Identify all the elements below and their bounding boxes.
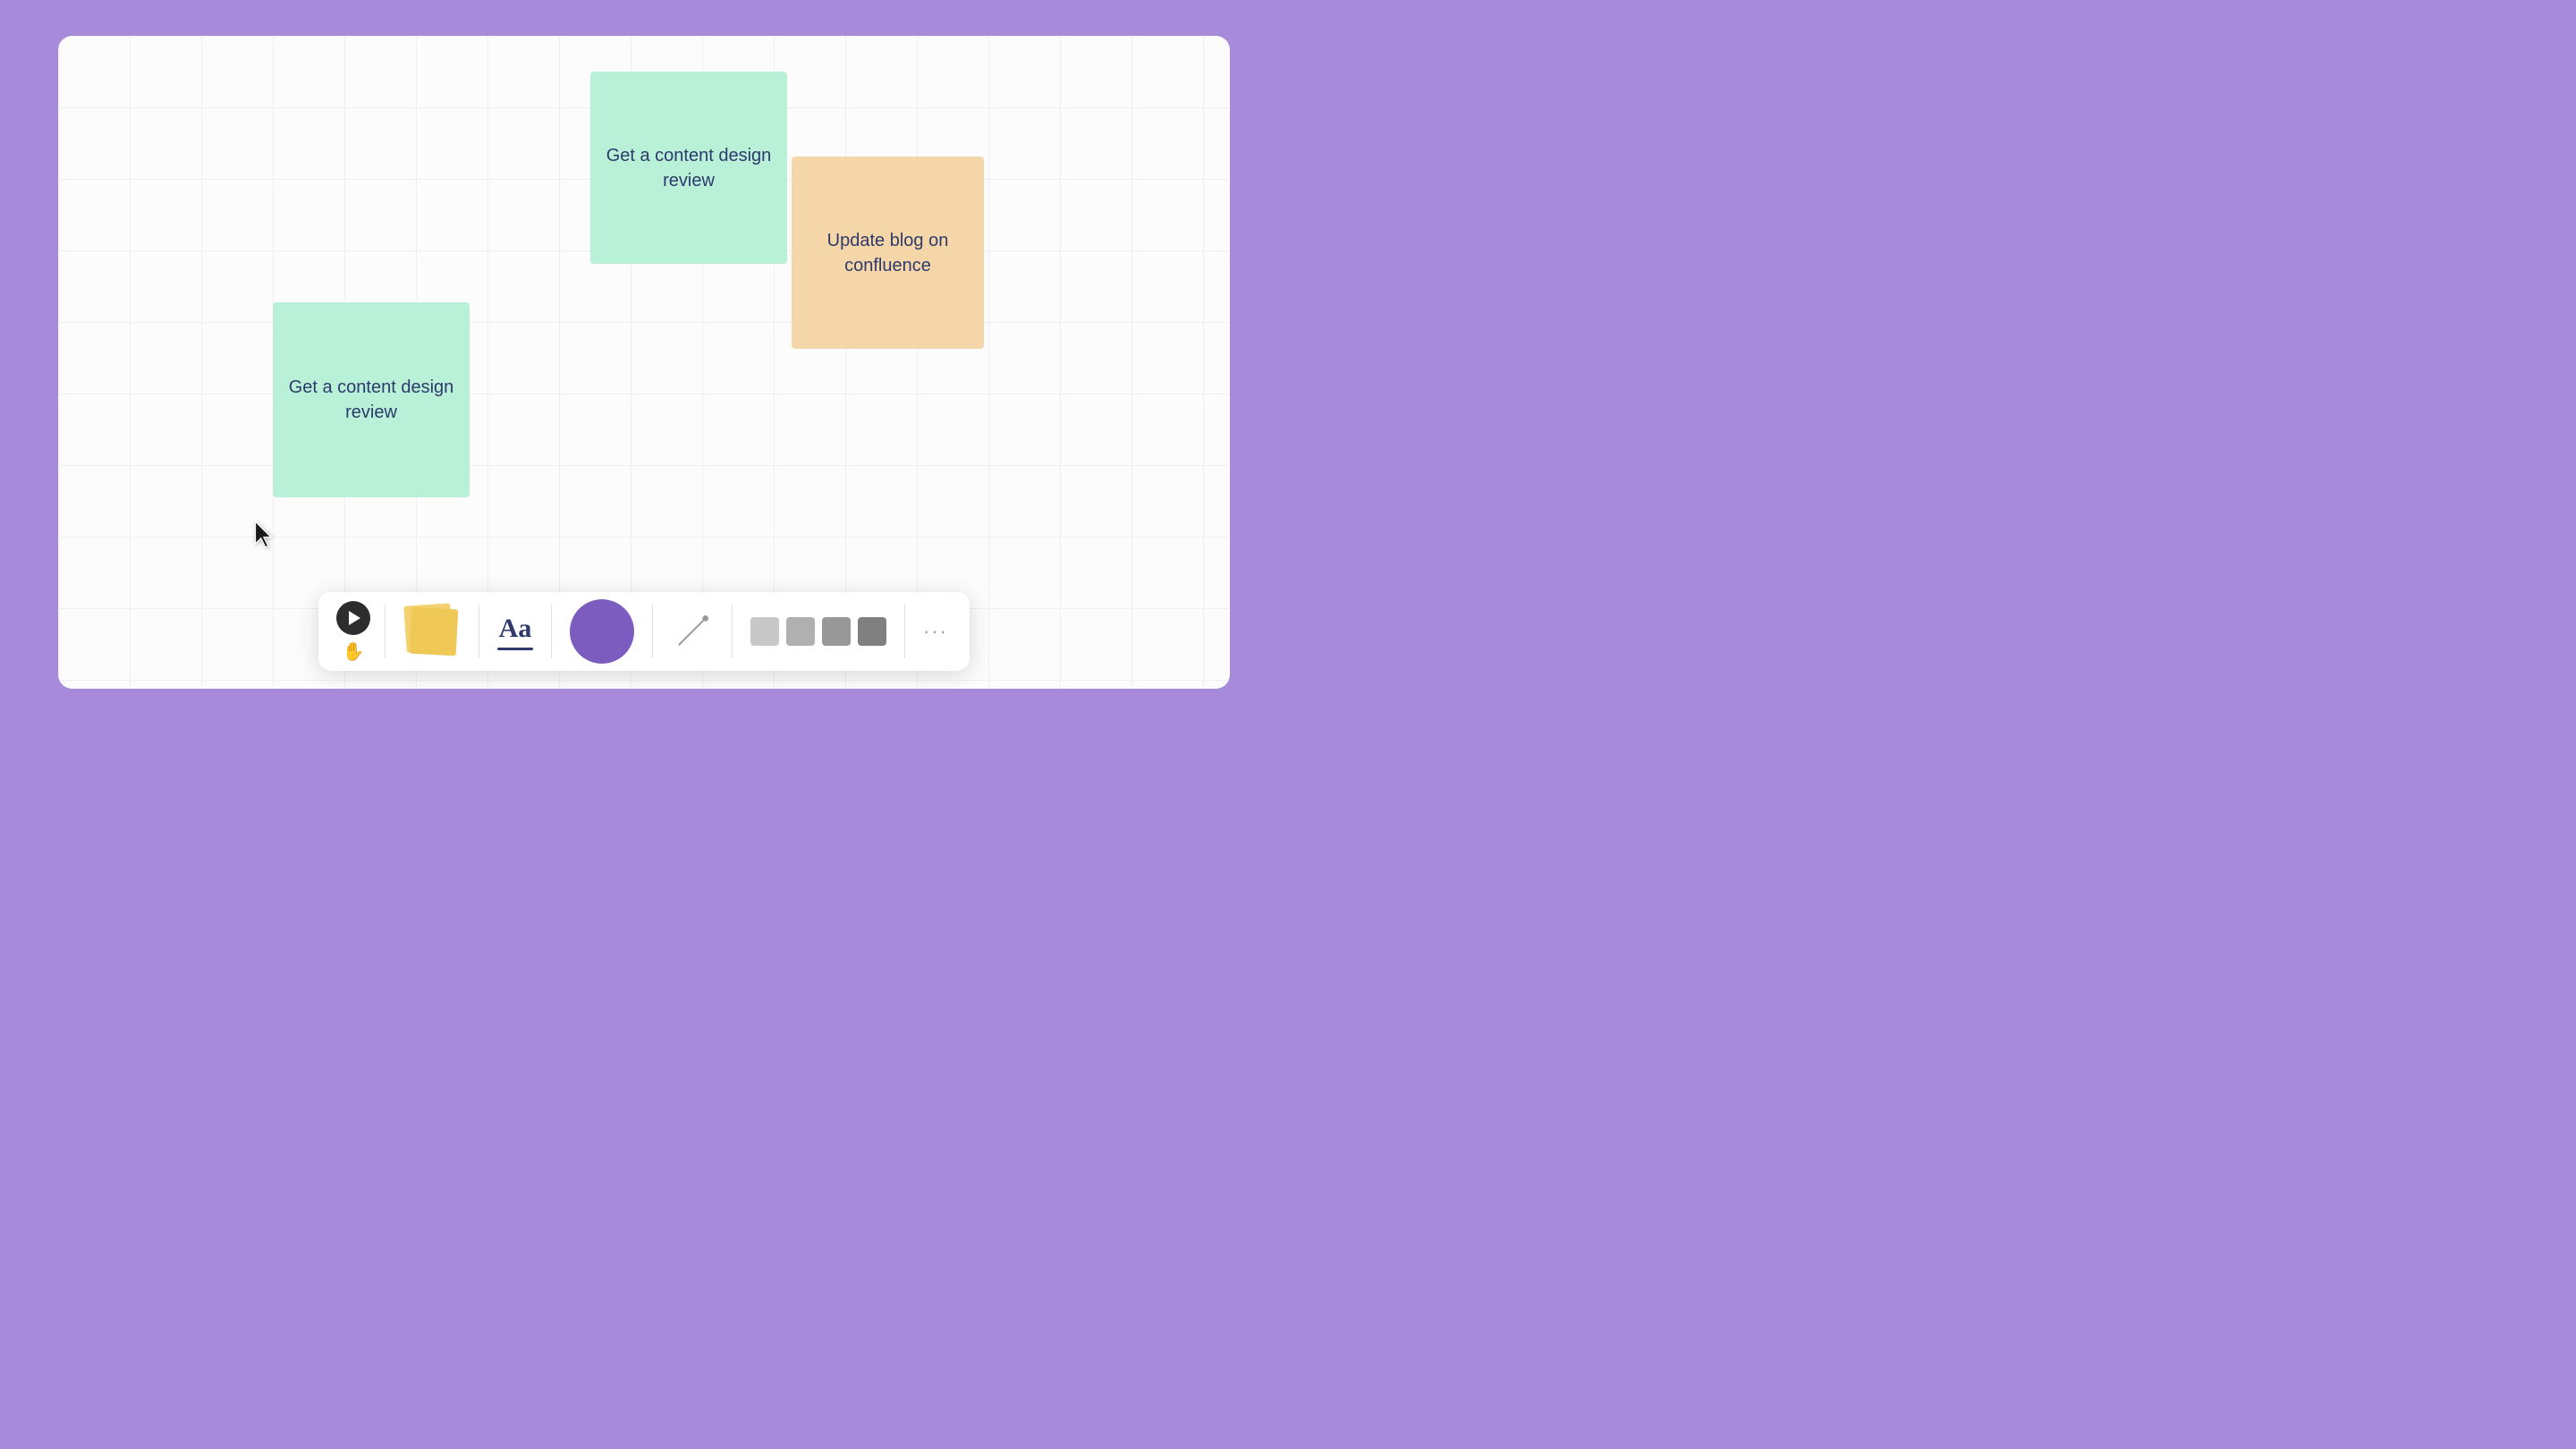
toolbar-divider-4 (652, 605, 653, 658)
toolbar-line-tool[interactable] (657, 596, 728, 667)
swatch-gray-medium[interactable] (786, 617, 815, 646)
toolbar-play-section: ✋ (326, 592, 381, 671)
text-tool-label: Aa (499, 614, 532, 644)
sticky-note-green-bottom-text: Get a content design review (287, 375, 455, 425)
sticky-notes-tool-icon (396, 596, 468, 667)
shape-circle-icon (570, 599, 634, 664)
sticky-note-green-top[interactable]: Get a content design review (590, 72, 787, 264)
sticky-note-green-bottom[interactable]: Get a content design review (273, 302, 470, 497)
canvas-container: Get a content design review Get a conten… (58, 36, 1230, 689)
line-tool-icon (671, 599, 714, 664)
sticky-note-orange[interactable]: Update blog on confluence (792, 157, 984, 349)
hand-tool[interactable]: ✋ (343, 640, 365, 663)
toolbar-divider-3 (551, 605, 552, 658)
play-button[interactable] (336, 601, 370, 635)
toolbar-sticky-tool[interactable] (389, 592, 475, 671)
sticky-tool-note-front (410, 607, 459, 657)
toolbar-swatches (736, 592, 901, 671)
swatch-gray-light[interactable] (750, 617, 779, 646)
toolbar-text-tool[interactable]: Aa (483, 592, 547, 671)
text-tool-underline (497, 648, 533, 650)
swatch-gray-dark[interactable] (822, 617, 851, 646)
toolbar-shape-tool[interactable] (555, 592, 648, 671)
toolbar-divider-5 (732, 605, 733, 658)
toolbar-more-button[interactable]: ··· (909, 592, 962, 671)
swatch-gray-darker[interactable] (858, 617, 886, 646)
sticky-note-green-top-text: Get a content design review (605, 143, 773, 193)
toolbar-divider-1 (385, 605, 386, 658)
sticky-note-orange-text: Update blog on confluence (806, 228, 970, 278)
toolbar-divider-6 (904, 605, 905, 658)
toolbar: ✋ Aa (318, 592, 970, 671)
